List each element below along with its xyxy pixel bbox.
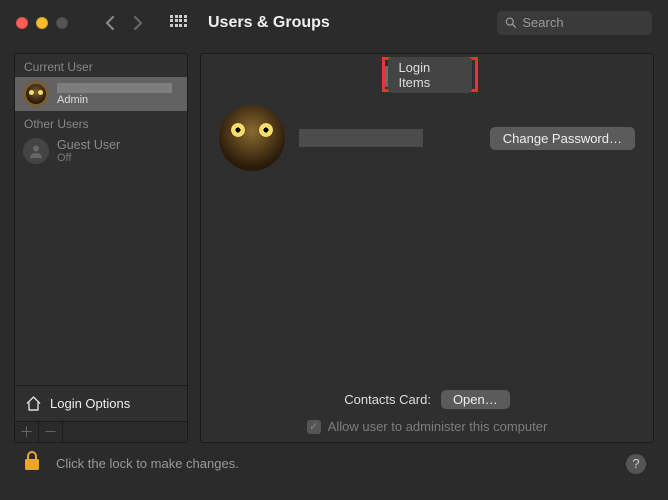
help-button[interactable]: ?: [626, 454, 646, 474]
search-box[interactable]: [497, 11, 652, 35]
add-user-button[interactable]: ＋: [15, 422, 39, 442]
guest-user-row[interactable]: Guest User Off: [15, 134, 187, 168]
main-panel: Password Login Items Change Password… Co…: [200, 53, 654, 443]
user-header: Change Password…: [219, 105, 635, 171]
admin-checkbox[interactable]: ✓: [307, 420, 321, 434]
tab-login-items[interactable]: Login Items: [388, 57, 471, 93]
remove-user-button[interactable]: －: [39, 422, 63, 442]
other-users-section-label: Other Users: [15, 111, 187, 134]
admin-checkbox-row: ✓ Allow user to administer this computer: [219, 419, 635, 434]
login-items-highlight: Login Items: [382, 57, 477, 92]
search-icon: [505, 16, 516, 29]
current-user-row[interactable]: Admin: [15, 77, 187, 111]
tab-bar: Password Login Items: [382, 66, 471, 87]
current-user-name-redacted: [57, 83, 172, 93]
close-window-button[interactable]: [16, 17, 28, 29]
user-list-sidebar: Current User Admin Other Users Guest Use…: [14, 53, 188, 443]
zoom-window-button[interactable]: [56, 17, 68, 29]
search-input[interactable]: [522, 15, 644, 30]
admin-checkbox-label: Allow user to administer this computer: [328, 419, 548, 434]
current-user-section-label: Current User: [15, 54, 187, 77]
guest-user-name: Guest User: [57, 138, 120, 152]
footer: Click the lock to make changes. ?: [0, 443, 668, 484]
forward-button[interactable]: [133, 15, 144, 31]
house-icon: [25, 395, 42, 412]
lock-icon[interactable]: [22, 449, 42, 478]
show-all-prefs-button[interactable]: [170, 15, 186, 31]
login-options-row[interactable]: Login Options: [15, 385, 187, 421]
guest-avatar-icon: [23, 138, 49, 164]
nav-arrows: [104, 15, 144, 31]
user-avatar-large[interactable]: [219, 105, 285, 171]
login-options-label: Login Options: [50, 396, 130, 411]
contacts-card-label: Contacts Card:: [344, 392, 431, 407]
change-password-button[interactable]: Change Password…: [490, 127, 635, 150]
current-user-avatar: [23, 81, 49, 107]
traffic-lights: [16, 17, 68, 29]
current-user-role: Admin: [57, 94, 172, 106]
minimize-window-button[interactable]: [36, 17, 48, 29]
lock-help-text: Click the lock to make changes.: [56, 456, 239, 471]
add-remove-bar: ＋ －: [15, 421, 187, 442]
window-title: Users & Groups: [208, 14, 330, 32]
open-contacts-button[interactable]: Open…: [441, 390, 510, 409]
contacts-card-row: Contacts Card: Open…: [219, 390, 635, 409]
guest-user-status: Off: [57, 152, 120, 164]
back-button[interactable]: [104, 15, 115, 31]
user-fullname-redacted: [299, 129, 423, 147]
titlebar: Users & Groups: [0, 0, 668, 45]
